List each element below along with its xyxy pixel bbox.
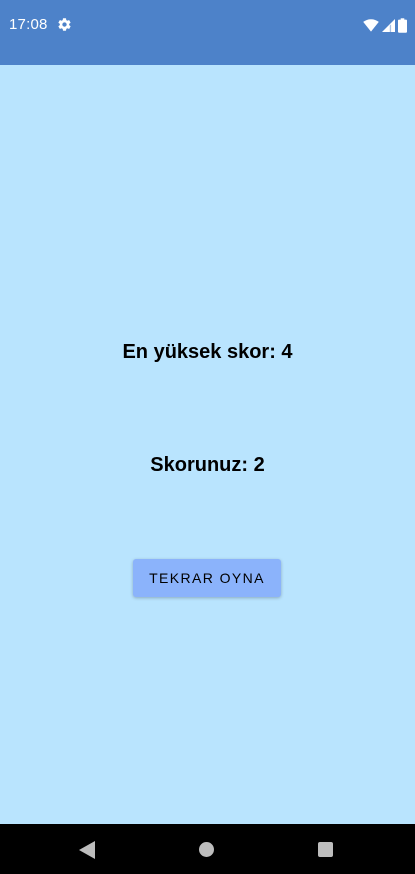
your-score-text: Skorunuz: 2 bbox=[150, 454, 265, 476]
status-icons bbox=[363, 17, 407, 33]
status-bar: 17:08 bbox=[0, 0, 415, 65]
status-time: 17:08 bbox=[9, 16, 48, 33]
settings-gear-icon bbox=[58, 18, 71, 31]
wifi-icon bbox=[363, 18, 379, 32]
signal-icon bbox=[382, 18, 395, 32]
navigation-bar bbox=[0, 824, 415, 874]
battery-icon bbox=[398, 17, 407, 33]
recents-icon[interactable] bbox=[318, 842, 333, 857]
home-icon[interactable] bbox=[199, 842, 214, 857]
game-over-screen: En yüksek skor: 4 Skorunuz: 2 TEKRAR OYN… bbox=[0, 65, 415, 824]
play-again-button[interactable]: TEKRAR OYNA bbox=[133, 559, 281, 597]
back-icon[interactable] bbox=[79, 841, 95, 859]
high-score-text: En yüksek skor: 4 bbox=[122, 341, 293, 363]
